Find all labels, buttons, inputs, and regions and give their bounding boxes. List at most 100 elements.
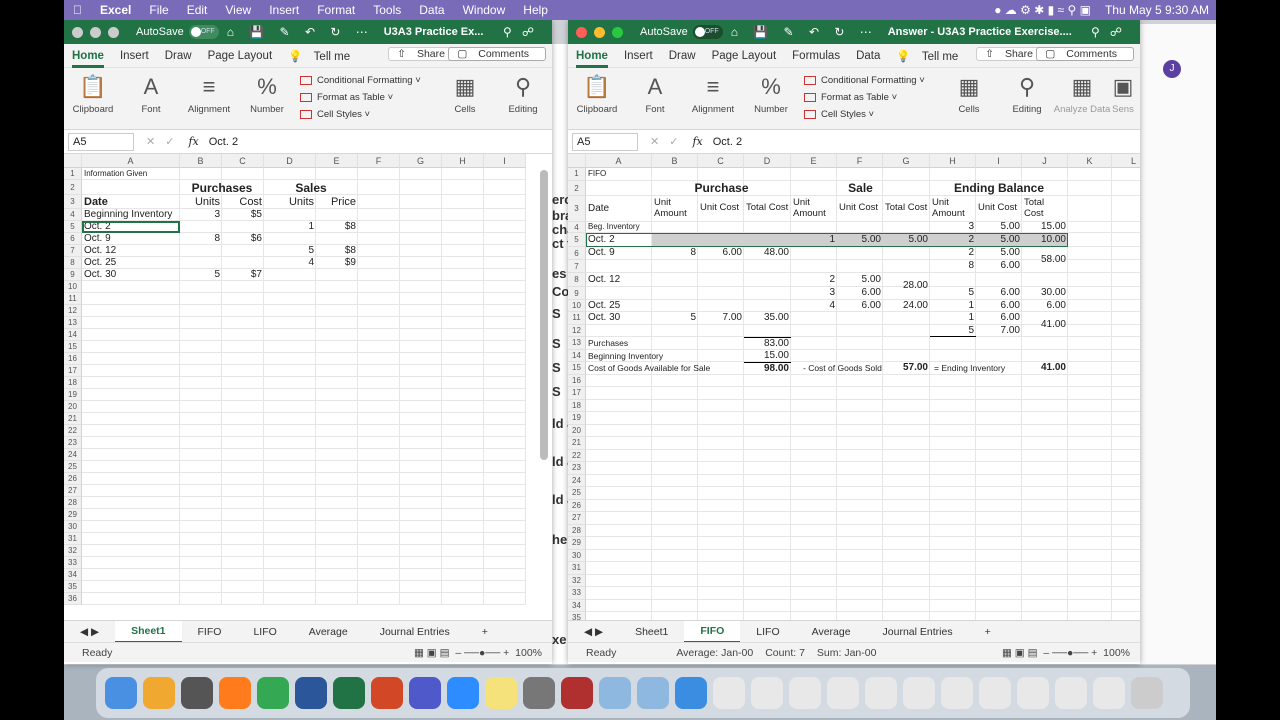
grid-cell[interactable] [400,425,442,437]
grid-cell[interactable] [264,293,316,305]
grid-cell[interactable] [180,401,222,413]
grid-cell[interactable] [316,437,358,449]
cell-value[interactable]: Ending Balance [930,181,1068,196]
grid-cell[interactable] [264,497,316,509]
cell-value[interactable]: 58.00 [1022,247,1068,273]
cell-value[interactable]: Unit Amount [930,196,976,222]
grid-cell[interactable] [698,324,744,337]
row-header[interactable]: 28 [64,497,82,509]
grid-cell[interactable] [358,425,400,437]
grid-cell[interactable] [264,557,316,569]
grid-cell[interactable] [791,324,837,337]
grid-cell[interactable] [358,317,400,329]
grid-cell[interactable] [358,485,400,497]
row-header[interactable]: 17 [64,365,82,377]
grid-cell[interactable] [976,437,1022,450]
grid-cell[interactable] [316,365,358,377]
grid-cell[interactable] [837,474,883,487]
grid-cell[interactable] [698,487,744,500]
grid-cell[interactable] [1022,499,1068,512]
grid-cell[interactable] [1068,462,1112,475]
grid-cell[interactable] [791,499,837,512]
notes-icon[interactable] [485,677,517,709]
row-header[interactable]: 31 [64,533,82,545]
launchpad-icon[interactable] [143,677,175,709]
grid-cell[interactable] [1112,512,1140,525]
grid-cell[interactable] [586,399,652,412]
title-right-icons[interactable]: ⚲☍ [1091,25,1132,39]
row-header[interactable]: 32 [64,545,82,557]
column-header[interactable]: G [883,154,930,168]
grid-cell[interactable] [358,437,400,449]
tab-sheet1[interactable]: Sheet1 [115,620,182,643]
grid-cell[interactable] [586,599,652,612]
grid-cell[interactable] [1068,259,1112,273]
clipboard-group[interactable]: 📋 Clipboard [568,72,626,115]
grid-cell[interactable] [744,474,791,487]
grid-cell[interactable] [837,612,883,620]
grid-cell[interactable] [264,341,316,353]
cell-value[interactable]: Beginning Inventory [586,350,744,363]
downloads-icon[interactable] [675,677,707,709]
grid-cell[interactable] [264,425,316,437]
grid-cell[interactable] [442,377,484,389]
grid-cell[interactable] [883,221,930,233]
grid-cell[interactable] [180,437,222,449]
grid-cell[interactable] [222,533,264,545]
grid-cell[interactable] [698,512,744,525]
grid-cell[interactable] [1068,324,1112,337]
clock[interactable]: Thu May 5 9:30 AM [1098,3,1216,17]
grid-cell[interactable] [400,168,442,180]
name-box[interactable]: A5 [68,132,134,151]
cell-value[interactable]: 3 [180,209,222,221]
grid-cell[interactable] [484,180,526,195]
grid-cell[interactable] [1022,424,1068,437]
grid-cell[interactable] [442,209,484,221]
cell-value[interactable]: 98.00 [744,362,791,375]
grid-cell[interactable] [791,524,837,537]
row-header[interactable]: 19 [64,389,82,401]
grid-cell[interactable] [442,569,484,581]
cell-value[interactable]: 1 [930,312,976,325]
grid-cell[interactable] [652,286,698,300]
grid-cell[interactable] [652,612,698,620]
grid-cell[interactable] [883,374,930,387]
autosave-toggle[interactable]: AutoSave OFF [640,25,723,39]
grid-cell[interactable] [1068,512,1112,525]
cell-value[interactable]: $6 [222,233,264,245]
menu-help[interactable]: Help [514,3,557,17]
grid-cell[interactable] [1068,574,1112,587]
grid-cell[interactable] [484,269,526,281]
grid-cell[interactable] [1022,487,1068,500]
cell-value[interactable]: FIFO [586,168,652,181]
grid-cell[interactable] [1068,499,1112,512]
powerpoint-icon[interactable] [371,677,403,709]
cell-value[interactable]: 2 [930,233,976,247]
grid-cell[interactable] [82,401,180,413]
cell-value[interactable]: 83.00 [744,337,791,350]
grid-cell[interactable] [586,474,652,487]
cell-value[interactable]: 6.00 [698,247,744,260]
grid-cell[interactable] [442,521,484,533]
column-header[interactable]: C [222,154,264,168]
cell-value[interactable]: 41.00 [1022,312,1068,337]
grid-cell[interactable] [264,365,316,377]
grid-cell[interactable] [1112,247,1140,260]
cell-value[interactable]: Sale [791,181,930,196]
grid-cell[interactable] [1022,374,1068,387]
row-header[interactable]: 18 [64,377,82,389]
grid-cell[interactable] [1112,168,1140,181]
minimize-icon[interactable] [594,26,605,38]
document-thumbnail-icon[interactable] [865,677,897,709]
grid-cell[interactable] [1022,562,1068,575]
grid-cell[interactable] [930,374,976,387]
grid-cell[interactable] [358,221,400,233]
grid-cell[interactable] [652,387,698,400]
grid-cell[interactable] [82,437,180,449]
grid-cell[interactable] [744,168,791,181]
grid-cell[interactable] [586,537,652,550]
cell-value[interactable]: Purchase [652,181,791,196]
row-header[interactable]: 16 [64,353,82,365]
grid-cell[interactable] [442,557,484,569]
row-header[interactable]: 33 [64,557,82,569]
